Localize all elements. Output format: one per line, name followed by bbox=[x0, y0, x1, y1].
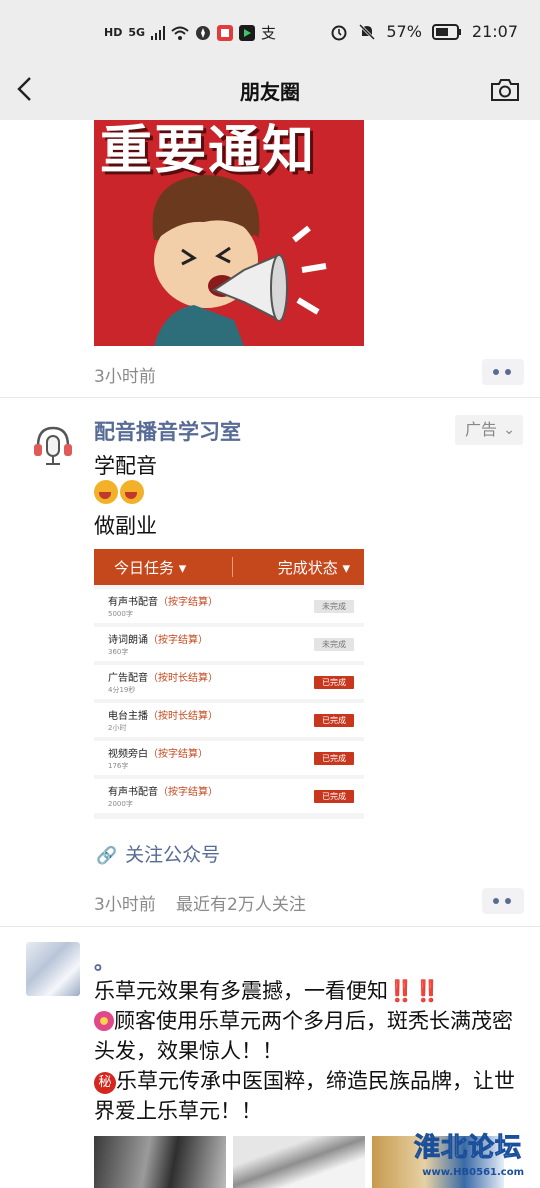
flower-emoji-icon bbox=[94, 1011, 114, 1031]
forum-watermark: 淮北论坛 www.HB0561.com bbox=[402, 1133, 534, 1184]
task-list: 有声书配音（按字结算） 5000字 未完成 诗词朗诵（按字结算） 360字 未完成 广告配音… bbox=[94, 589, 364, 813]
video-app-icon bbox=[239, 24, 256, 41]
comment-menu-button[interactable] bbox=[482, 888, 524, 914]
chevron-down-icon: ⌄ bbox=[503, 422, 515, 438]
task-amount: 4分19秒 bbox=[108, 686, 136, 694]
microphone-headphone-icon bbox=[34, 426, 72, 465]
table-row: 视频旁白（按字结算） 176字 已完成 bbox=[94, 741, 364, 775]
post-text-line: 做副业 bbox=[94, 514, 157, 538]
status-badge: 已完成 bbox=[314, 714, 354, 727]
moments-feed[interactable]: 重要通知 3小时前 配音播音学习室 广告 ⌄ 学配音 做副业 今日任务 ▾ 完成… bbox=[0, 120, 540, 1188]
signal-icon bbox=[151, 25, 166, 40]
photo-thumbnail[interactable] bbox=[233, 1136, 365, 1188]
task-name: 电台主播（按时长结算） bbox=[108, 711, 218, 722]
task-name: 有声书配音（按字结算） bbox=[108, 597, 218, 608]
alipay-label: 支 bbox=[261, 24, 277, 42]
follow-label: 关注公众号 bbox=[125, 844, 221, 866]
task-amount: 2小时 bbox=[108, 724, 127, 732]
task-amount: 176字 bbox=[108, 762, 129, 770]
alarm-icon bbox=[331, 25, 347, 40]
battery-icon bbox=[431, 23, 461, 40]
table-row: 广告配音（按时长结算） 4分19秒 已完成 bbox=[94, 665, 364, 699]
status-left: HD 5G 支 bbox=[104, 22, 276, 43]
hd-indicator: HD bbox=[104, 26, 123, 39]
table-row: 有声书配音（按字结算） 5000字 未完成 bbox=[94, 589, 364, 623]
header-separator bbox=[232, 557, 233, 577]
app-red-icon bbox=[217, 24, 234, 41]
task-amount: 360字 bbox=[108, 648, 129, 656]
task-name: 广告配音（按时长结算） bbox=[108, 673, 218, 684]
camera-icon bbox=[491, 79, 519, 101]
task-name: 有声书配音（按字结算） bbox=[108, 787, 218, 798]
compass-icon bbox=[196, 25, 211, 40]
post-text-line: 乐草元效果有多震撼，一看便知 bbox=[94, 979, 388, 1003]
task-name: 视频旁白（按字结算） bbox=[108, 749, 208, 760]
follow-official-account-link[interactable]: 🔗 关注公众号 bbox=[96, 840, 220, 867]
task-header-right: 完成状态 ▾ bbox=[277, 559, 350, 577]
page-title: 朋友圈 bbox=[240, 80, 300, 104]
author-name[interactable]: 。 bbox=[94, 946, 114, 975]
battery-percent: 57% bbox=[386, 22, 422, 41]
comment-menu-button[interactable] bbox=[482, 359, 524, 385]
status-badge: 未完成 bbox=[314, 600, 354, 613]
table-row: 有声书配音（按字结算） 2000字 已完成 bbox=[94, 779, 364, 813]
post-text-line: 乐草元传承中医国粹，缔造民族品牌，让世界爱上乐草元！！ bbox=[94, 1069, 515, 1123]
camera-button[interactable] bbox=[490, 78, 520, 102]
clock: 21:07 bbox=[471, 22, 518, 41]
avatar[interactable] bbox=[28, 420, 78, 470]
ad-label: 广告 bbox=[465, 420, 498, 439]
post-time: 3小时前 bbox=[94, 895, 156, 915]
task-name: 诗词朗诵（按字结算） bbox=[108, 635, 208, 646]
nav-bar: 朋友圈 bbox=[0, 64, 540, 120]
status-badge: 已完成 bbox=[314, 790, 354, 803]
photo-thumbnail[interactable] bbox=[94, 1136, 226, 1188]
surprised-emoji-icon bbox=[94, 480, 118, 504]
avatar[interactable] bbox=[26, 942, 80, 996]
shouting-boy-illustration bbox=[152, 175, 327, 346]
secret-emoji-icon: 秘 bbox=[94, 1072, 116, 1094]
task-amount: 5000字 bbox=[108, 610, 133, 618]
follower-meta: 最近有2万人关注 bbox=[176, 895, 306, 915]
wifi-icon bbox=[171, 26, 189, 40]
link-icon: 🔗 bbox=[96, 846, 118, 866]
author-name[interactable]: 配音播音学习室 bbox=[94, 416, 241, 446]
post-text-line: 学配音 bbox=[94, 454, 157, 478]
status-bar: HD 5G 支 57% 21:07 bbox=[0, 0, 540, 64]
watermark-url: www.HB0561.com bbox=[422, 1167, 524, 1178]
status-badge: 已完成 bbox=[314, 676, 354, 689]
notice-poster-image[interactable]: 重要通知 bbox=[94, 120, 364, 346]
watermark-title: 淮北论坛 bbox=[413, 1133, 522, 1164]
table-row: 诗词朗诵（按字结算） 360字 未完成 bbox=[94, 627, 364, 661]
post-divider bbox=[0, 926, 540, 927]
post-body: 乐草元效果有多震撼，一看便知‼️‼️ 顾客使用乐草元两个多月后，斑秃长满茂密头发… bbox=[94, 976, 524, 1126]
status-right: 57% 21:07 bbox=[330, 22, 518, 41]
double-exclamation-icon: ‼️‼️ bbox=[388, 979, 441, 1003]
status-badge: 已完成 bbox=[314, 752, 354, 765]
network-indicator: 5G bbox=[128, 26, 146, 39]
post-text-line: 顾客使用乐草元两个多月后，斑秃长满茂密头发，效果惊人！！ bbox=[94, 1009, 513, 1063]
mute-bell-icon bbox=[359, 23, 376, 40]
surprised-emoji-icon bbox=[120, 480, 144, 504]
task-card-image[interactable]: 今日任务 ▾ 完成状态 ▾ 有声书配音（按字结算） 5000字 未完成 诗词朗诵（按字… bbox=[94, 549, 364, 819]
emoji-row bbox=[94, 480, 146, 509]
task-header-left: 今日任务 ▾ bbox=[114, 559, 187, 577]
table-row: 电台主播（按时长结算） 2小时 已完成 bbox=[94, 703, 364, 737]
task-card-header: 今日任务 ▾ 完成状态 ▾ bbox=[94, 549, 364, 585]
status-badge: 未完成 bbox=[314, 638, 354, 651]
ad-tag-button[interactable]: 广告 ⌄ bbox=[455, 415, 523, 445]
post-time: 3小时前 bbox=[94, 367, 156, 387]
task-amount: 2000字 bbox=[108, 800, 133, 808]
post-divider bbox=[0, 397, 540, 398]
